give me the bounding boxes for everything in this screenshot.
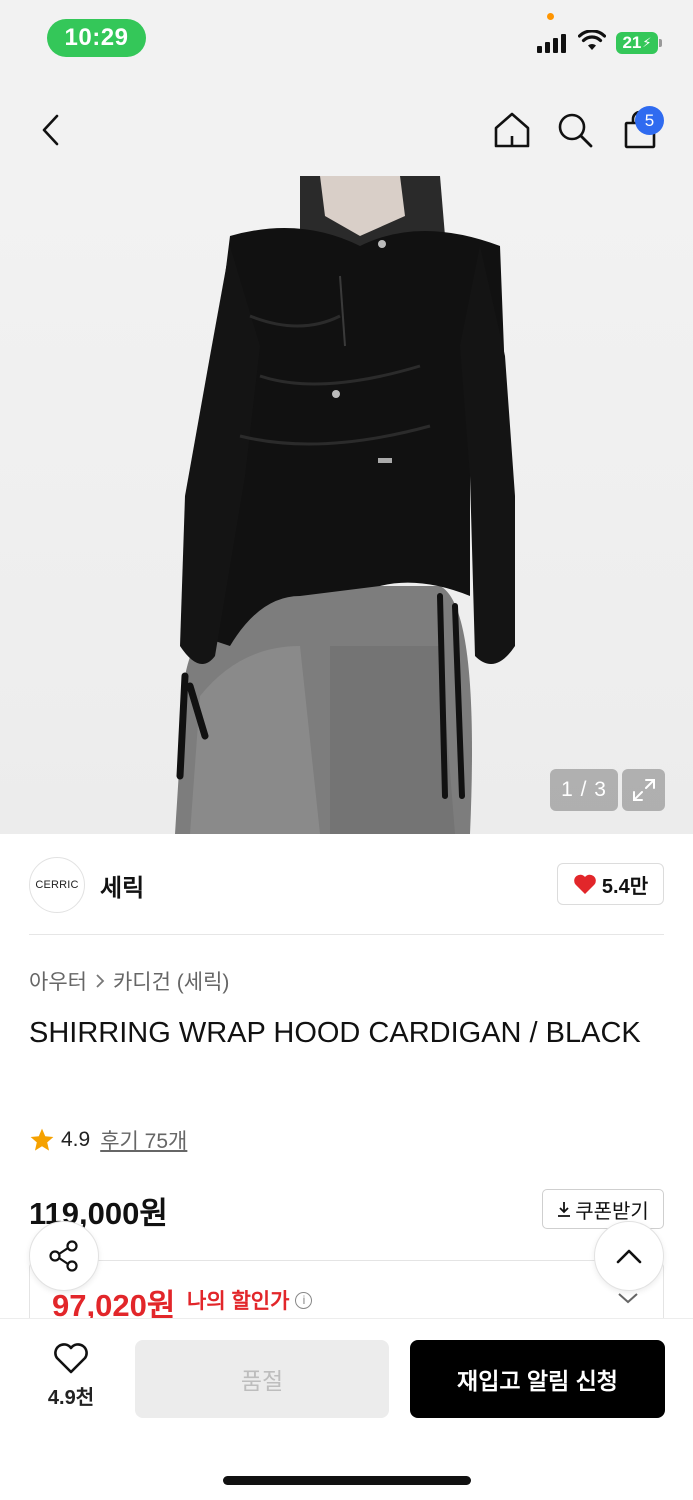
expand-image-button[interactable] <box>622 769 665 811</box>
download-icon <box>558 1202 571 1217</box>
star-icon <box>30 1128 54 1151</box>
product-image[interactable] <box>0 176 693 834</box>
scroll-top-button[interactable] <box>594 1221 664 1291</box>
battery-level: 21 <box>622 33 642 52</box>
rating-score: 4.9 <box>61 1128 91 1151</box>
wifi-icon <box>578 30 606 50</box>
wishlist-count: 4.9천 <box>47 1387 95 1409</box>
discount-label: 나의 할인가 i <box>187 1285 313 1315</box>
battery-icon: 21 ⚡ <box>616 32 662 54</box>
info-icon[interactable]: i <box>295 1291 313 1309</box>
home-indicator[interactable] <box>223 1476 471 1485</box>
expand-icon <box>632 779 655 801</box>
review-link[interactable]: 후기 75개 <box>100 1125 187 1155</box>
status-time: 10:29 <box>47 19 146 57</box>
soldout-button: 품절 <box>135 1340 389 1418</box>
breadcrumb-subcategory[interactable]: 카디건 (세릭) <box>113 966 229 996</box>
cellular-signal-icon <box>537 33 566 53</box>
divider <box>29 934 664 935</box>
brand-name[interactable]: 세릭 <box>100 868 144 903</box>
privacy-indicator-dot <box>547 13 554 20</box>
brand-like-count: 5.4만 <box>601 875 649 898</box>
cart-count-badge: 5 <box>635 106 664 135</box>
breadcrumb: 아우터 카디건 (세릭) <box>29 966 229 996</box>
chevron-up-icon <box>616 1249 642 1264</box>
back-icon[interactable] <box>33 110 69 150</box>
share-button[interactable] <box>29 1221 99 1291</box>
product-photo <box>175 176 515 834</box>
discount-label-text: 나의 할인가 <box>187 1290 290 1313</box>
product-title: SHIRRING WRAP HOOD CARDIGAN / BLACK <box>29 1017 641 1049</box>
image-counter: 1 / 3 <box>550 769 618 811</box>
brand-like-button[interactable]: 5.4만 <box>557 863 664 905</box>
restock-alert-button[interactable]: 재입고 알림 신청 <box>410 1340 665 1418</box>
wishlist-button[interactable]: 4.9천 <box>35 1343 107 1415</box>
coupon-label: 쿠폰받기 <box>575 1200 649 1223</box>
coupon-button[interactable]: 쿠폰받기 <box>542 1189 664 1229</box>
home-icon[interactable] <box>490 108 534 152</box>
brand-logo[interactable]: CERRIC <box>29 857 85 913</box>
share-icon <box>49 1240 78 1272</box>
status-bar: 10:29 21 ⚡ <box>0 0 693 80</box>
chevron-right-icon <box>96 974 105 988</box>
heart-outline-icon <box>54 1343 88 1374</box>
breadcrumb-category[interactable]: 아우터 <box>29 966 87 996</box>
search-icon[interactable] <box>553 108 597 152</box>
rating-row: 4.9 후기 75개 <box>29 1125 187 1155</box>
chevron-down-icon[interactable] <box>617 1291 639 1305</box>
heart-filled-icon <box>574 874 596 894</box>
